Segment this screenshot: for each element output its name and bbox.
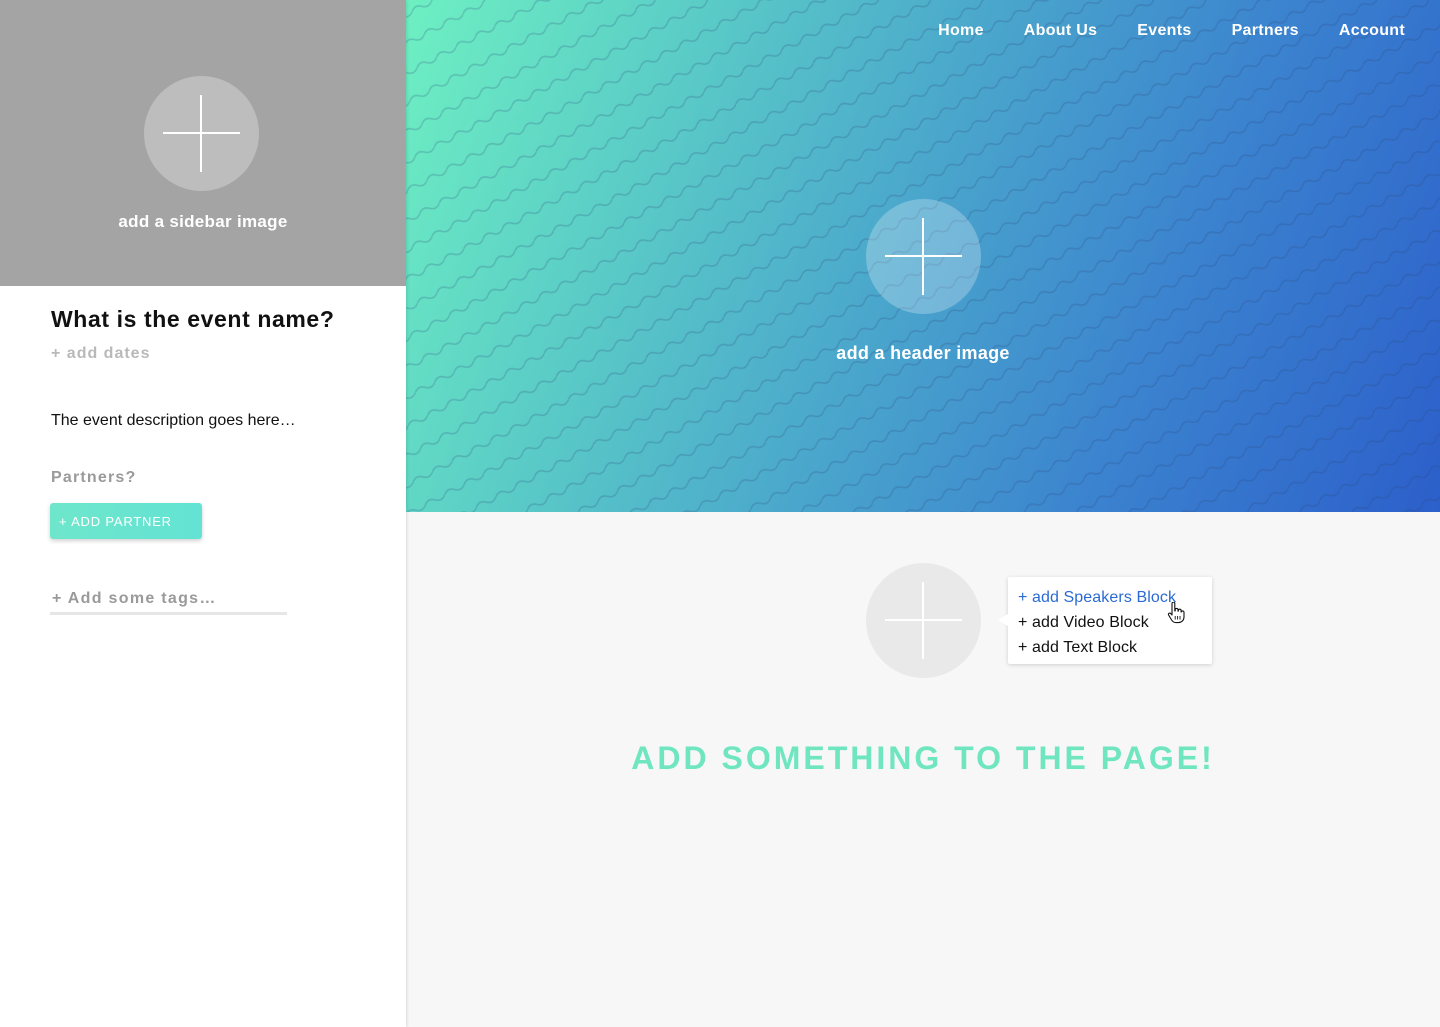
header-image-caption[interactable]: add a header image xyxy=(406,343,1440,364)
header-banner: Home About Us Events Partners Account ad… xyxy=(406,0,1440,512)
pointer-hand-cursor-icon xyxy=(1167,602,1185,624)
add-block-button[interactable] xyxy=(866,563,981,678)
nav-home[interactable]: Home xyxy=(938,22,984,40)
add-header-image-button[interactable] xyxy=(866,199,981,314)
add-text-block-item[interactable]: + add Text Block xyxy=(1018,635,1212,660)
event-name-heading[interactable]: What is the event name? xyxy=(51,306,334,333)
empty-page-prompt: ADD SOMETHING TO THE PAGE! xyxy=(631,740,1215,776)
sidebar-image-placeholder[interactable]: add a sidebar image xyxy=(0,0,406,286)
sidebar-image-caption[interactable]: add a sidebar image xyxy=(0,212,406,232)
add-sidebar-image-button[interactable] xyxy=(144,76,259,191)
sidebar: add a sidebar image What is the event na… xyxy=(0,0,406,1027)
add-partner-button[interactable]: + ADD PARTNER xyxy=(50,503,202,539)
event-description[interactable]: The event description goes here… xyxy=(51,412,296,430)
partners-label: Partners? xyxy=(51,469,137,486)
nav-partners[interactable]: Partners xyxy=(1232,22,1299,40)
plus-icon-vertical xyxy=(922,218,924,295)
add-dates-link[interactable]: + add dates xyxy=(51,345,150,363)
plus-icon-vertical xyxy=(922,582,924,659)
top-nav: Home About Us Events Partners Account xyxy=(938,22,1405,40)
nav-about-us[interactable]: About Us xyxy=(1024,22,1098,40)
plus-icon-vertical xyxy=(200,95,202,172)
nav-account[interactable]: Account xyxy=(1339,22,1405,40)
nav-events[interactable]: Events xyxy=(1137,22,1191,40)
tags-input[interactable] xyxy=(50,585,287,615)
